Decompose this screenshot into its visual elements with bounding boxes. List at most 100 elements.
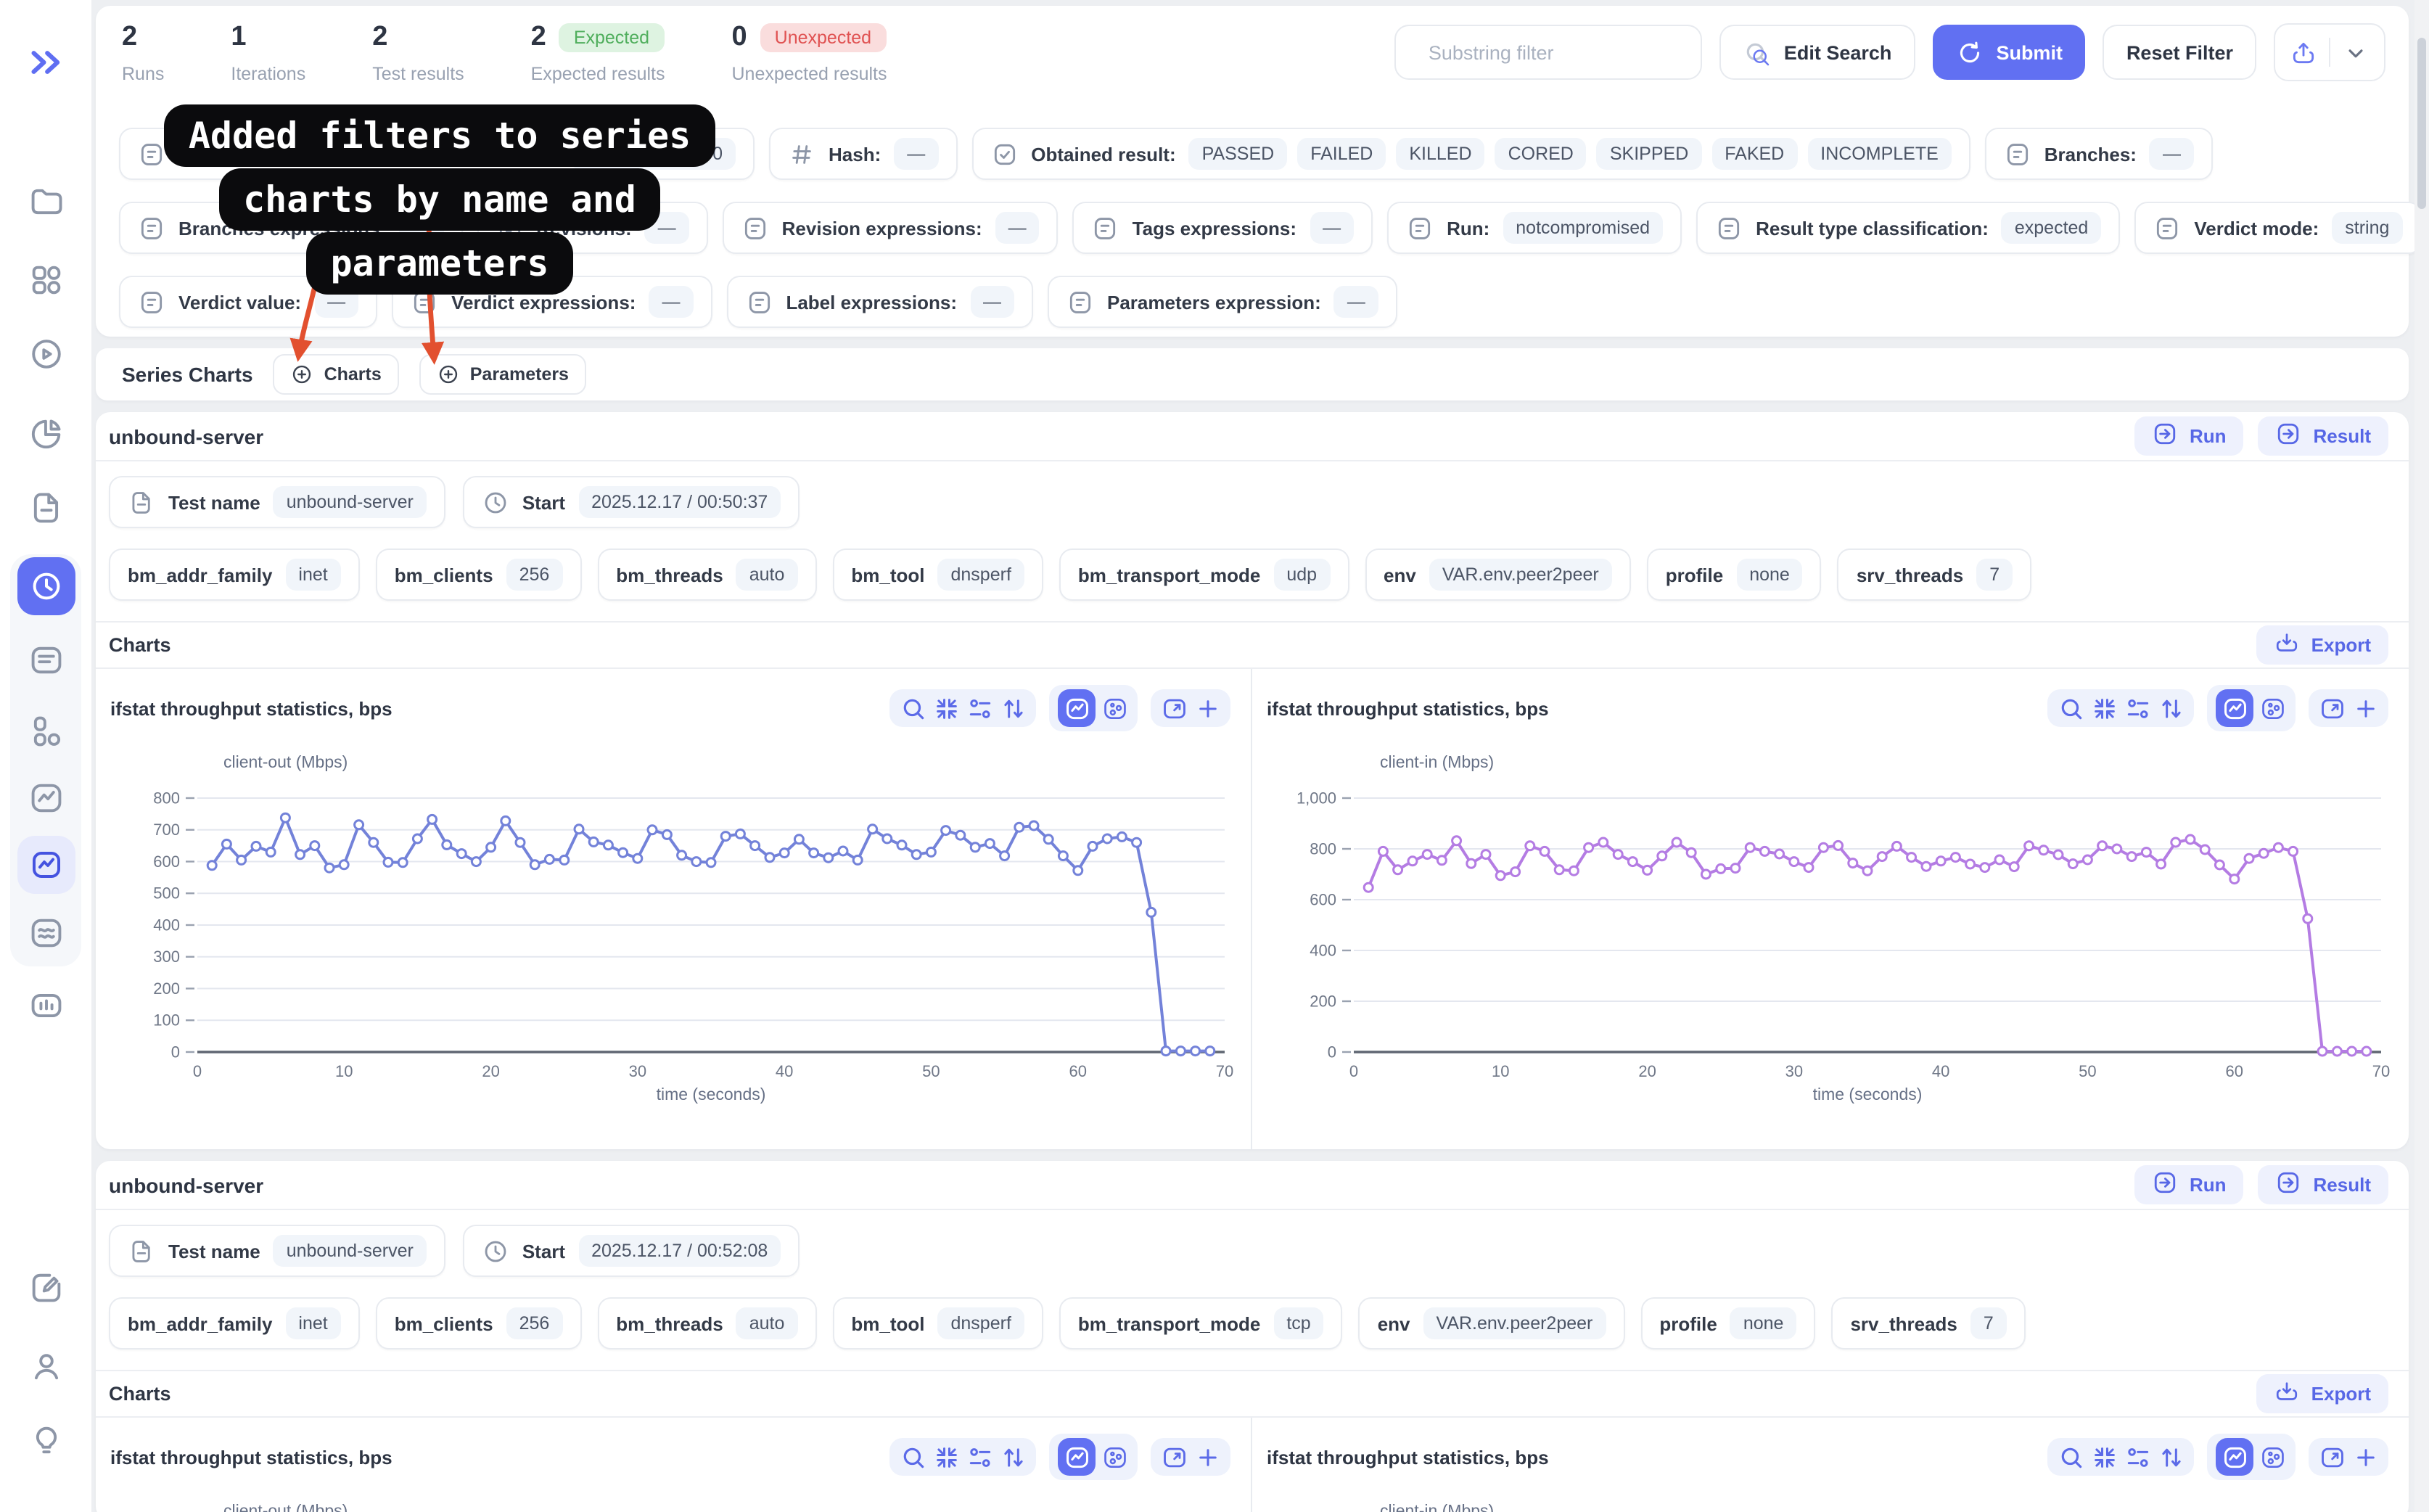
param-chip-bm_threads[interactable]: bm_threads auto: [597, 1297, 816, 1349]
param-chip-bm_transport_mode[interactable]: bm_transport_mode tcp: [1059, 1297, 1343, 1349]
dashboard-grid-icon[interactable]: [27, 261, 65, 299]
add-icon[interactable]: [2351, 694, 2380, 723]
chevron-down-icon[interactable]: [2342, 38, 2370, 66]
vertical-scrollbar[interactable]: [2414, 0, 2429, 1512]
settings-icon[interactable]: [2123, 1442, 2152, 1471]
filter-value[interactable]: FAKED: [1711, 138, 1797, 170]
filter-value[interactable]: —: [894, 138, 938, 170]
bar-chart-icon[interactable]: [27, 987, 65, 1024]
zoom-icon[interactable]: [2056, 1442, 2085, 1471]
chart-line-icon[interactable]: [27, 779, 65, 817]
play-circle-icon[interactable]: [27, 335, 65, 373]
filter-value[interactable]: PASSED: [1189, 138, 1288, 170]
param-chip-bm_transport_mode[interactable]: bm_transport_mode udp: [1059, 548, 1349, 601]
filter-value[interactable]: —: [314, 286, 358, 318]
filter-value[interactable]: —: [645, 212, 689, 244]
param-chip-srv_threads[interactable]: srv_threads 7: [1838, 548, 2031, 601]
scatter-icon[interactable]: [1100, 1442, 1129, 1471]
param-chip-env[interactable]: env VAR.env.peer2peer: [1365, 548, 1631, 601]
filter-value[interactable]: —: [2150, 138, 2194, 170]
share-icon[interactable]: [2290, 38, 2317, 66]
param-chip-bm_addr_family[interactable]: bm_addr_family inet: [109, 1297, 360, 1349]
resize-icon[interactable]: [1159, 694, 1188, 723]
components-icon[interactable]: [27, 712, 65, 750]
line-chart-icon[interactable]: [2216, 1438, 2253, 1476]
pie-chart-icon[interactable]: [27, 415, 65, 453]
filter-value[interactable]: KILLED: [1396, 138, 1484, 170]
filter-chip-revisions[interactable]: Revisions:—: [477, 202, 708, 254]
filter-value[interactable]: notcompromised: [1503, 212, 1663, 244]
compress-icon[interactable]: [2089, 1442, 2118, 1471]
filter-value[interactable]: string: [2332, 212, 2402, 244]
filter-chip-obtained-result[interactable]: Obtained result:PASSEDFAILEDKILLEDCOREDS…: [971, 128, 1970, 180]
filter-value[interactable]: —: [1334, 286, 1378, 318]
substring-filter-box[interactable]: [1395, 25, 1703, 80]
settings-icon[interactable]: [2123, 694, 2152, 723]
resize-icon[interactable]: [1159, 1442, 1188, 1471]
param-chip-bm_clients[interactable]: bm_clients 256: [376, 1297, 582, 1349]
share-split-button[interactable]: [2274, 23, 2385, 81]
chart-line-active-icon[interactable]: [17, 836, 75, 894]
notes-icon[interactable]: [27, 641, 65, 679]
filter-value[interactable]: INCOMPLETE: [1807, 138, 1952, 170]
filter-value[interactable]: —: [995, 212, 1040, 244]
scatter-icon[interactable]: [1100, 694, 1129, 723]
filter-chip-verdict-mode[interactable]: Verdict mode:string: [2134, 202, 2421, 254]
filter-chip-result-type-classification[interactable]: Result type classification:expected: [1696, 202, 2120, 254]
filter-value[interactable]: —: [970, 286, 1014, 318]
add-parameters-filter-button[interactable]: Parameters: [419, 354, 586, 395]
run-link[interactable]: Run: [2134, 1165, 2244, 1204]
param-chip-env[interactable]: env VAR.env.peer2peer: [1359, 1297, 1625, 1349]
filter-chip-label-expressions[interactable]: Label expressions:—: [726, 276, 1033, 328]
param-chip-profile[interactable]: profile none: [1647, 548, 1822, 601]
run-link[interactable]: Run: [2134, 416, 2244, 456]
filter-chip-date-range[interactable]: 27 — 2025.10.30: [119, 128, 755, 180]
double-chevron-right-icon[interactable]: [25, 42, 66, 83]
add-charts-filter-button[interactable]: Charts: [274, 354, 399, 395]
result-link[interactable]: Result: [2259, 1165, 2388, 1204]
filter-chip-parameters-expression[interactable]: Parameters expression:—: [1048, 276, 1397, 328]
filter-value[interactable]: 27 — 2025.10.30: [570, 138, 736, 170]
settings-icon[interactable]: [965, 1442, 994, 1471]
resize-icon[interactable]: [2317, 694, 2346, 723]
filter-value[interactable]: —: [399, 212, 443, 244]
filter-chip-run[interactable]: Run:notcompromised: [1387, 202, 1682, 254]
meta-chip-test-name[interactable]: Test name unbound-server: [109, 1225, 445, 1277]
compress-icon[interactable]: [932, 694, 961, 723]
resize-icon[interactable]: [2317, 1442, 2346, 1471]
substring-filter-input[interactable]: [1426, 40, 1649, 65]
filter-value[interactable]: expected: [2002, 212, 2101, 244]
chart-canvas[interactable]: 0100200300400500600700800010203040506070…: [116, 775, 1248, 1112]
document-icon[interactable]: [27, 489, 65, 527]
param-chip-profile[interactable]: profile none: [1640, 1297, 1815, 1349]
line-chart-icon[interactable]: [1058, 1438, 1096, 1476]
scatter-icon[interactable]: [2258, 694, 2287, 723]
compose-icon[interactable]: [27, 1268, 65, 1306]
compress-icon[interactable]: [2089, 694, 2118, 723]
chart-canvas[interactable]: 02004006008001,000010203040506070time (s…: [1273, 775, 2404, 1112]
param-chip-bm_threads[interactable]: bm_threads auto: [597, 548, 816, 601]
filter-chip-verdict-value[interactable]: Verdict value:—: [119, 276, 377, 328]
sort-icon[interactable]: [998, 1442, 1027, 1471]
zoom-icon[interactable]: [2056, 694, 2085, 723]
add-icon[interactable]: [2351, 1442, 2380, 1471]
scrollbar-thumb[interactable]: [2417, 38, 2426, 209]
settings-icon[interactable]: [965, 694, 994, 723]
add-icon[interactable]: [1193, 694, 1222, 723]
meta-chip-test-name[interactable]: Test name unbound-server: [109, 476, 445, 528]
compress-icon[interactable]: [932, 1442, 961, 1471]
filter-value[interactable]: CORED: [1495, 138, 1587, 170]
filter-value[interactable]: SKIPPED: [1597, 138, 1701, 170]
export-button[interactable]: Export: [2256, 625, 2388, 665]
param-chip-bm_tool[interactable]: bm_tool dnsperf: [832, 1297, 1043, 1349]
user-icon[interactable]: [27, 1348, 65, 1386]
filter-chip-branches[interactable]: Branches:—: [1985, 128, 2213, 180]
filter-value[interactable]: —: [649, 286, 693, 318]
line-chart-icon[interactable]: [1058, 689, 1096, 727]
filter-value[interactable]: —: [1310, 212, 1354, 244]
sort-icon[interactable]: [2156, 694, 2185, 723]
zoom-icon[interactable]: [898, 694, 927, 723]
filter-chip-hash[interactable]: Hash:—: [769, 128, 957, 180]
edit-search-button[interactable]: Edit Search: [1720, 25, 1915, 80]
param-chip-bm_addr_family[interactable]: bm_addr_family inet: [109, 548, 360, 601]
